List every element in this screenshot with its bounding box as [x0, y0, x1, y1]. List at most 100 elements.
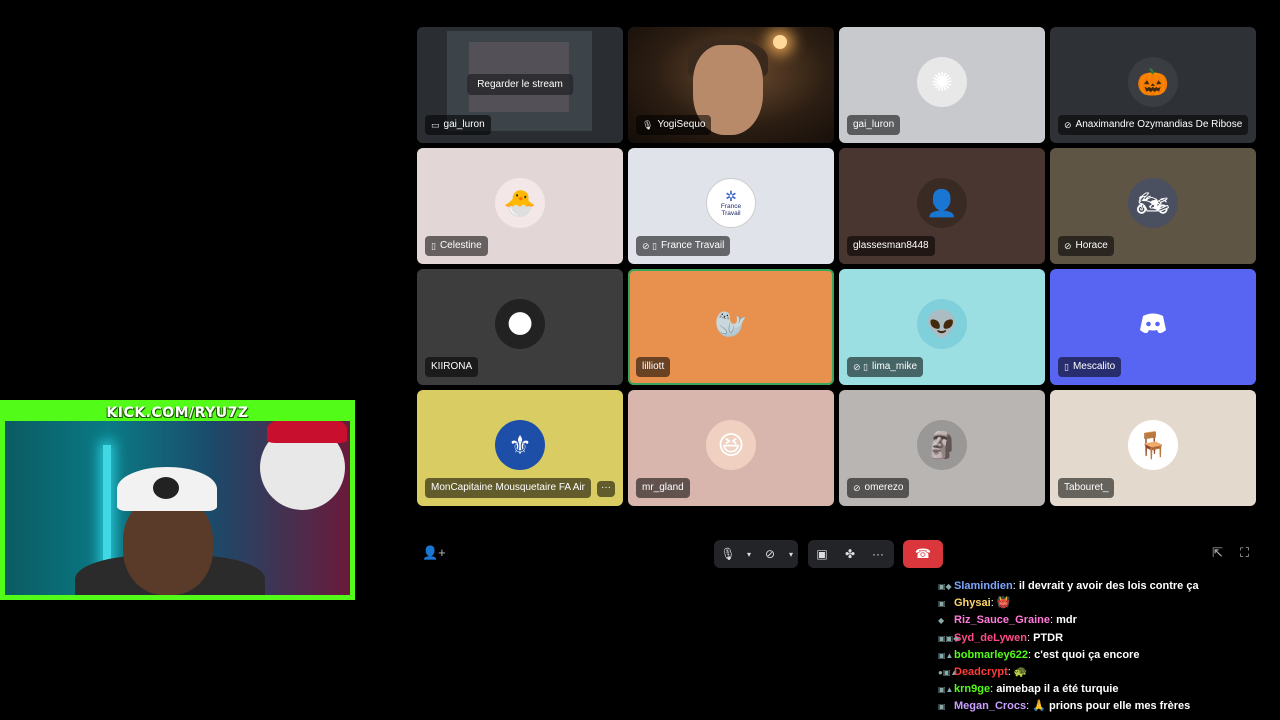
- chat-text: 🐢: [1013, 666, 1028, 679]
- participant-tile[interactable]: 🌑 KIIRONA: [417, 269, 623, 385]
- participant-name: KIIRONA: [431, 361, 473, 372]
- participant-tile[interactable]: ✺ gai_luron: [839, 27, 1045, 143]
- chat-username[interactable]: Syd_deLywen: [954, 632, 1027, 644]
- participant-name: glassesman8448: [853, 240, 929, 251]
- participant-tile[interactable]: 🐣 ▯ Celestine: [417, 148, 623, 264]
- chat-message: ●▣▲Deadcrypt: 🐢: [938, 664, 1280, 681]
- participant-name: omerezo: [864, 482, 904, 493]
- hangup-icon: ☎: [914, 546, 932, 561]
- chat-text: mdr: [1056, 614, 1077, 627]
- participant-tile[interactable]: ⚜ MonCapitaine Mousquetaire FA Air ···: [417, 390, 623, 506]
- more-button[interactable]: ···: [864, 540, 892, 568]
- chat-username[interactable]: Riz_Sauce_Graine: [954, 614, 1050, 626]
- microphone-button[interactable]: 🎙: [714, 540, 742, 568]
- participant-tile[interactable]: ▯ Mescalito: [1050, 269, 1256, 385]
- user-badges-icon: ▣: [938, 599, 946, 609]
- participant-grid: Regarder le stream ▭ gai_luron 🎙 YogiSequo ✺ g…: [417, 27, 1259, 507]
- participant-tile[interactable]: 👤 glassesman8448: [839, 148, 1045, 264]
- chat-message: ▣◆ Slamindien: il devrait y avoir des loi…: [938, 578, 1280, 595]
- participant-tile[interactable]: 😆 mr_gland: [628, 390, 834, 506]
- participant-name-label: lilliott: [636, 357, 671, 377]
- muted-mobile-icon: ⊘ ▯: [853, 362, 868, 372]
- hangup-button[interactable]: ☎: [903, 540, 943, 568]
- avatar: 🗿: [917, 420, 967, 470]
- avatar: 🌑: [495, 299, 545, 349]
- cap-logo: [153, 477, 179, 499]
- participant-name: Tabouret_: [1064, 482, 1109, 493]
- user-badges-icon: ▣▲: [938, 685, 954, 695]
- chat-username[interactable]: Deadcrypt: [954, 666, 1008, 678]
- participant-tile[interactable]: 🎃 ⊘ Anaximandre Ozymandias De Ribose: [1050, 27, 1256, 143]
- participant-name: MonCapitaine Mousquetaire FA Air: [431, 482, 585, 493]
- popout-icon[interactable]: ⇱: [1212, 545, 1223, 561]
- watch-stream-button[interactable]: Regarder le stream: [467, 74, 573, 95]
- participant-name-label: gai_luron: [847, 115, 901, 135]
- participant-tile[interactable]: Regarder le stream ▭ gai_luron: [417, 27, 623, 143]
- participant-name-label: KIIRONA: [425, 357, 479, 377]
- chat-text: aimebap il a été turquie: [996, 683, 1119, 696]
- mic-icon: 🎙: [642, 120, 654, 130]
- chat-text: 👹: [996, 597, 1011, 610]
- camera-options-chevron-icon[interactable]: ▾: [784, 540, 798, 568]
- participant-name-label: glassesman8448: [847, 236, 935, 256]
- user-badges-icon: ●▣▲: [938, 668, 959, 678]
- participant-tile[interactable]: 👽 ⊘ ▯ lima_mike: [839, 269, 1045, 385]
- participant-name: Mescalito: [1072, 361, 1116, 372]
- participant-name-label: ⊘ Anaximandre Ozymandias De Ribose: [1058, 115, 1249, 135]
- mobile-icon: ▯: [1064, 362, 1069, 372]
- screen-share-icon: ▣: [816, 547, 828, 561]
- participant-name: Horace: [1075, 240, 1108, 251]
- avatar: 🦭: [706, 299, 756, 349]
- avatar: 🏍: [1128, 178, 1178, 228]
- activities-button[interactable]: ✤: [836, 540, 864, 568]
- chat-username[interactable]: Ghysai: [954, 597, 991, 609]
- call-controls: 👤+ 🎙 ▾ ⊘ ▾ ▣ ✤ ··· ☎ ⇱ ⛶: [410, 540, 1270, 570]
- muted-icon: ⊘: [1064, 241, 1072, 251]
- participant-name-label: ⊘ ▯ lima_mike: [847, 357, 924, 377]
- participant-name-label: ▯ Celestine: [425, 236, 488, 256]
- chat-username[interactable]: bobmarley622: [954, 649, 1028, 661]
- avatar: ⚜: [495, 420, 545, 470]
- participant-tile[interactable]: ✲ France Travail ⊘ ▯ France Travail: [628, 148, 834, 264]
- participant-name: gai_luron: [443, 119, 485, 130]
- chat-text: c'est quoi ça encore: [1034, 648, 1140, 661]
- chat-username[interactable]: krn9ge: [954, 683, 990, 695]
- tile-more-button[interactable]: ···: [597, 481, 615, 497]
- participant-name-label: ⊘ ▯ France Travail: [636, 236, 731, 256]
- participant-tile[interactable]: 🗿 ⊘ omerezo: [839, 390, 1045, 506]
- participant-name: France Travail: [661, 240, 725, 251]
- avatar: ✲ France Travail: [706, 178, 756, 228]
- participant-name-label: ⊘ omerezo: [847, 478, 910, 498]
- participant-tile[interactable]: 🦭 lilliott: [628, 269, 834, 385]
- participant-tile[interactable]: 🏍 ⊘ Horace: [1050, 148, 1256, 264]
- voice-call-panel: Regarder le stream ▭ gai_luron 🎙 YogiSequo ✺ g…: [410, 0, 1270, 578]
- participant-name: Anaximandre Ozymandias De Ribose: [1075, 119, 1243, 130]
- mic-icon: 🎙: [720, 547, 736, 561]
- mobile-icon: ▯: [431, 241, 436, 251]
- participant-name: lilliott: [642, 361, 665, 372]
- chat-message: ▣▲bobmarley622: c'est quoi ça encore: [938, 647, 1280, 664]
- user-badges-icon: ▣: [938, 702, 946, 712]
- mic-options-chevron-icon[interactable]: ▾: [742, 540, 756, 568]
- participant-tile[interactable]: 🎙 YogiSequo: [628, 27, 834, 143]
- camera-off-icon: ⊘: [764, 547, 776, 561]
- chat-username[interactable]: Megan_Crocs: [954, 700, 1026, 712]
- chat-message: ▣▲krn9ge: aimebap il a été turquie: [938, 681, 1280, 698]
- streamer-webcam: KICK.COM/RYU7Z: [0, 400, 355, 600]
- screen-share-button[interactable]: ▣: [808, 540, 836, 568]
- participant-name-label: ▯ Mescalito: [1058, 357, 1122, 377]
- user-badges-icon: ▣▲: [938, 650, 954, 660]
- camera-button[interactable]: ⊘: [756, 540, 784, 568]
- chat-username[interactable]: Slamindien: [954, 580, 1013, 592]
- participant-name-label: ▭ gai_luron: [425, 115, 491, 135]
- avatar: 🪑: [1128, 420, 1178, 470]
- fullscreen-icon[interactable]: ⛶: [1240, 545, 1249, 561]
- muted-mobile-icon: ⊘ ▯: [642, 241, 657, 251]
- avatar: 🎃: [1128, 57, 1178, 107]
- add-user-icon[interactable]: 👤+: [422, 545, 446, 561]
- participant-tile[interactable]: 🪑 Tabouret_: [1050, 390, 1256, 506]
- chat-text: 🙏 prions pour elle mes frères: [1032, 700, 1191, 713]
- stream-chat: ▣◆ Slamindien: il devrait y avoir des loi…: [938, 578, 1280, 720]
- user-badges-icon: ◆: [938, 616, 945, 626]
- chat-message: ◆ Riz_Sauce_Graine: mdr: [938, 612, 1280, 629]
